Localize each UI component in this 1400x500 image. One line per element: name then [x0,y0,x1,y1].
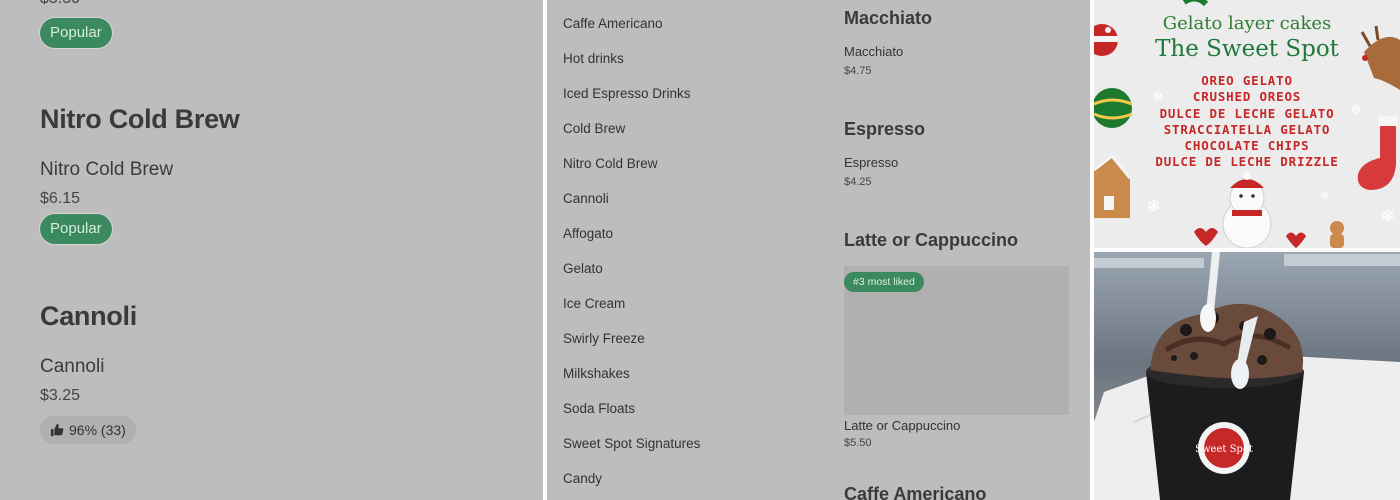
section-title-macchiato: Macchiato [844,8,933,28]
category-item[interactable]: Cold Brew [563,121,625,136]
section-title-espresso: Espresso [844,119,926,139]
section-title-caffe-americano: Caffe Americano [844,484,987,500]
photo-gallery: ❄ ❄ ❄ ❄ ❄ Gelato layer cakes The Sweet S… [1094,0,1400,500]
promo-flavor: CRUSHED OREOS [1192,89,1302,105]
menu-item-macchiato[interactable]: Macchiato [844,44,903,59]
popular-badge: Popular [40,18,112,48]
promo-flavor: DULCE DE LECHE GELATO [1159,105,1335,121]
category-item[interactable]: Swirly Freeze [563,331,645,346]
cup-logo-text: Sweet Spot [1195,444,1253,455]
menu-item-espresso[interactable]: Espresso [844,155,898,170]
menu-item-nitro-cold-brew[interactable]: Nitro Cold Brew [40,159,173,181]
item-price: $3.25 [40,387,81,404]
category-item[interactable]: Cannoli [563,191,609,206]
promo-flavor-list: OREO GELATO CRUSHED OREOS DULCE DE LECHE… [1094,73,1400,171]
svg-text:❄: ❄ [1146,196,1161,217]
menu-detail-panel: $5.50 Popular Nitro Cold Brew Nitro Cold… [0,0,543,500]
promo-headline: Gelato layer cakes [1162,13,1332,34]
menu-item-latte[interactable]: Latte or Cappuccino [844,418,960,433]
category-item[interactable]: Ice Cream [563,296,625,311]
promo-flavor: DULCE DE LECHE DRIZZLE [1155,154,1339,170]
thumbs-up-icon [50,423,64,437]
rating-badge: 96% (33) [40,416,136,444]
item-image-placeholder[interactable]: #3 most liked [844,266,1069,415]
section-title-cannoli: Cannoli [40,301,137,331]
category-item[interactable]: Candy [563,471,602,486]
item-price: $5.50 [844,437,872,449]
menu-item-cannoli[interactable]: Cannoli [40,356,104,378]
category-item[interactable]: Soda Floats [563,401,635,416]
promo-flavor: STRACCIATELLA GELATO [1163,121,1331,137]
category-item[interactable]: Hot drinks [563,51,624,66]
promo-flavor: OREO GELATO [1201,73,1293,88]
promo-image[interactable]: ❄ ❄ ❄ ❄ ❄ Gelato layer cakes The Sweet S… [1094,0,1400,248]
item-price: $6.15 [40,190,81,207]
category-item[interactable]: Sweet Spot Signatures [563,436,700,451]
category-item[interactable]: Milkshakes [563,366,630,381]
ice-cream-photo[interactable]: Sweet Spot [1094,252,1400,500]
svg-text:❄: ❄ [1380,206,1395,227]
promo-flavor: CHOCOLATE CHIPS [1184,138,1310,154]
promo-brand: The Sweet Spot [1155,36,1339,62]
item-price: $4.25 [844,176,872,188]
section-title-latte: Latte or Cappuccino [844,230,1019,250]
most-liked-badge: #3 most liked [844,272,924,292]
category-item[interactable]: Affogato [563,226,613,241]
menu-overview-panel: Caffe Americano Hot drinks Iced Espresso… [547,0,1090,500]
popular-badge: Popular [40,214,112,244]
section-title-nitro-cold-brew: Nitro Cold Brew [40,104,240,134]
item-price: $4.75 [844,65,872,77]
svg-text:❄: ❄ [1320,189,1330,203]
item-price: $5.50 [40,0,80,8]
category-item[interactable]: Nitro Cold Brew [563,156,658,171]
category-item[interactable]: Gelato [563,261,603,276]
category-item[interactable]: Iced Espresso Drinks [563,86,691,101]
ice-cream-cup-illustration: Sweet Spot [1094,252,1400,500]
rating-value: 96% (33) [69,422,126,438]
category-item[interactable]: Caffe Americano [563,16,663,31]
